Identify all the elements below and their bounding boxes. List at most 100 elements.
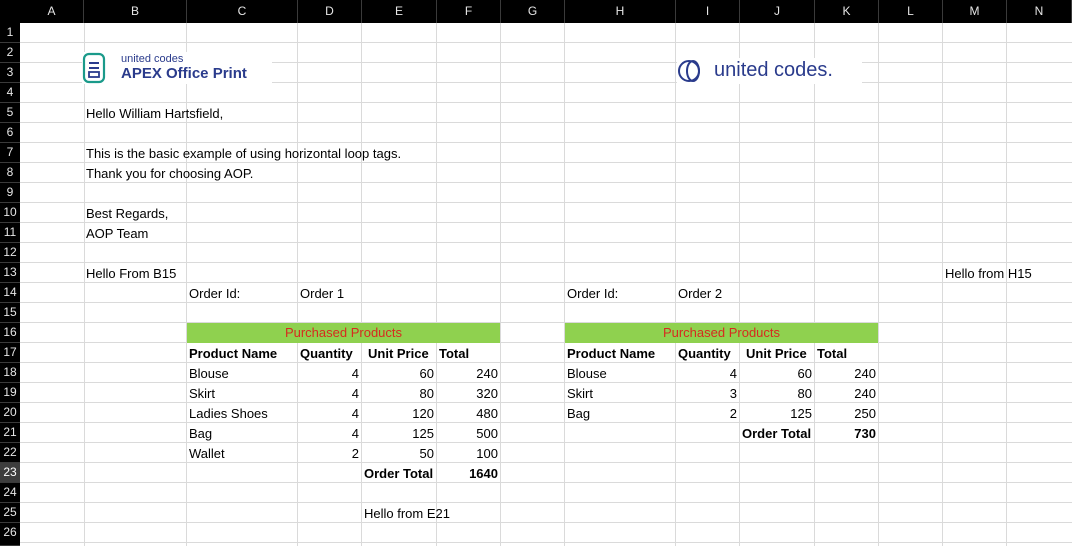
column-header-e[interactable]: E — [362, 0, 437, 23]
row-header-6[interactable]: 6 — [0, 123, 20, 143]
order1-row2-total[interactable]: 320 — [437, 384, 498, 404]
row-header-18[interactable]: 18 — [0, 363, 20, 383]
letter-line-2[interactable]: Thank you for choosing AOP. — [86, 164, 253, 184]
order1-row3-unit-price[interactable]: 120 — [362, 404, 434, 424]
note-b15[interactable]: Hello From B15 — [86, 264, 176, 284]
order2-row2-quantity[interactable]: 3 — [676, 384, 737, 404]
row-header-14[interactable]: 14 — [0, 283, 20, 303]
order1-row1-unit-price[interactable]: 60 — [362, 364, 434, 384]
order1-row4-total[interactable]: 500 — [437, 424, 498, 444]
order2-id-value[interactable]: Order 2 — [678, 284, 722, 304]
order1-row5-unit-price[interactable]: 50 — [362, 444, 434, 464]
order1-header-quantity[interactable]: Quantity — [300, 344, 353, 364]
order2-row2-total[interactable]: 240 — [815, 384, 876, 404]
column-header-a[interactable]: A — [20, 0, 84, 23]
order1-header-unit-price[interactable]: Unit Price — [368, 344, 429, 364]
order1-row3-quantity[interactable]: 4 — [298, 404, 359, 424]
order2-total-value[interactable]: 730 — [815, 424, 876, 444]
order1-row5-total[interactable]: 100 — [437, 444, 498, 464]
order1-row1-product[interactable]: Blouse — [189, 364, 229, 384]
row-header-23-selected[interactable]: 23 — [0, 463, 20, 483]
order1-row2-product[interactable]: Skirt — [189, 384, 215, 404]
order1-row3-product[interactable]: Ladies Shoes — [189, 404, 268, 424]
column-header-d[interactable]: D — [298, 0, 362, 23]
order1-row2-quantity[interactable]: 4 — [298, 384, 359, 404]
closing-text[interactable]: Best Regards, — [86, 204, 168, 224]
row-header-16[interactable]: 16 — [0, 323, 20, 343]
order2-header-unit-price[interactable]: Unit Price — [746, 344, 807, 364]
order1-row3-total[interactable]: 480 — [437, 404, 498, 424]
order1-row1-quantity[interactable]: 4 — [298, 364, 359, 384]
order2-row1-total[interactable]: 240 — [815, 364, 876, 384]
order1-row5-quantity[interactable]: 2 — [298, 444, 359, 464]
order1-id-value[interactable]: Order 1 — [300, 284, 344, 304]
row-header-13[interactable]: 13 — [0, 263, 20, 283]
order2-header-quantity[interactable]: Quantity — [678, 344, 731, 364]
column-header-k[interactable]: K — [815, 0, 879, 23]
order2-row3-quantity[interactable]: 2 — [676, 404, 737, 424]
row-header-20[interactable]: 20 — [0, 403, 20, 423]
row-header-19[interactable]: 19 — [0, 383, 20, 403]
row-header-5[interactable]: 5 — [0, 103, 20, 123]
order1-header-total[interactable]: Total — [439, 344, 469, 364]
order2-row1-unit-price[interactable]: 60 — [740, 364, 812, 384]
row-header-10[interactable]: 10 — [0, 203, 20, 223]
order2-row2-product[interactable]: Skirt — [567, 384, 593, 404]
row-header-9[interactable]: 9 — [0, 183, 20, 203]
order1-row4-quantity[interactable]: 4 — [298, 424, 359, 444]
row-header-1[interactable]: 1 — [0, 23, 20, 43]
note-h15[interactable]: Hello from H15 — [945, 264, 1032, 284]
column-header-g[interactable]: G — [501, 0, 565, 23]
greeting-text[interactable]: Hello William Hartsfield, — [86, 104, 223, 124]
order2-row1-product[interactable]: Blouse — [567, 364, 607, 384]
order1-row1-total[interactable]: 240 — [437, 364, 498, 384]
order1-id-label[interactable]: Order Id: — [189, 284, 240, 304]
row-header-26[interactable]: 26 — [0, 523, 20, 546]
row-header-7[interactable]: 7 — [0, 143, 20, 163]
column-header-j[interactable]: J — [740, 0, 815, 23]
row-header-8[interactable]: 8 — [0, 163, 20, 183]
order2-purchased-products-band[interactable]: Purchased Products — [565, 323, 878, 343]
select-all-corner[interactable] — [0, 0, 20, 23]
order2-total-label[interactable]: Order Total — [742, 424, 811, 444]
order1-total-label[interactable]: Order Total — [364, 464, 433, 484]
letter-line-1[interactable]: This is the basic example of using horiz… — [86, 144, 401, 164]
order1-row4-product[interactable]: Bag — [189, 424, 212, 444]
order1-row2-unit-price[interactable]: 80 — [362, 384, 434, 404]
order2-header-total[interactable]: Total — [817, 344, 847, 364]
column-header-m[interactable]: M — [943, 0, 1007, 23]
row-header-24[interactable]: 24 — [0, 483, 20, 503]
column-header-l[interactable]: L — [879, 0, 943, 23]
order1-header-product[interactable]: Product Name — [189, 344, 277, 364]
column-header-c[interactable]: C — [187, 0, 298, 23]
order2-row3-unit-price[interactable]: 125 — [740, 404, 812, 424]
order1-total-value[interactable]: 1640 — [437, 464, 498, 484]
row-header-25[interactable]: 25 — [0, 503, 20, 523]
note-e21[interactable]: Hello from E21 — [364, 504, 450, 524]
row-header-2[interactable]: 2 — [0, 43, 20, 63]
column-header-n[interactable]: N — [1007, 0, 1072, 23]
order1-row4-unit-price[interactable]: 125 — [362, 424, 434, 444]
column-header-h[interactable]: H — [565, 0, 676, 23]
column-header-f[interactable]: F — [437, 0, 501, 23]
order2-row3-total[interactable]: 250 — [815, 404, 876, 424]
team-text[interactable]: AOP Team — [86, 224, 148, 244]
order1-row5-product[interactable]: Wallet — [189, 444, 225, 464]
row-header-21[interactable]: 21 — [0, 423, 20, 443]
row-header-22[interactable]: 22 — [0, 443, 20, 463]
order2-row1-quantity[interactable]: 4 — [676, 364, 737, 384]
row-header-11[interactable]: 11 — [0, 223, 20, 243]
column-header-i[interactable]: I — [676, 0, 740, 23]
order1-purchased-products-band[interactable]: Purchased Products — [187, 323, 500, 343]
row-header-3[interactable]: 3 — [0, 63, 20, 83]
order2-id-label[interactable]: Order Id: — [567, 284, 618, 304]
row-header-15[interactable]: 15 — [0, 303, 20, 323]
gridline — [20, 402, 1072, 403]
row-header-4[interactable]: 4 — [0, 83, 20, 103]
order2-row3-product[interactable]: Bag — [567, 404, 590, 424]
order2-header-product[interactable]: Product Name — [567, 344, 655, 364]
row-header-12[interactable]: 12 — [0, 243, 20, 263]
order2-row2-unit-price[interactable]: 80 — [740, 384, 812, 404]
row-header-17[interactable]: 17 — [0, 343, 20, 363]
column-header-b[interactable]: B — [84, 0, 187, 23]
